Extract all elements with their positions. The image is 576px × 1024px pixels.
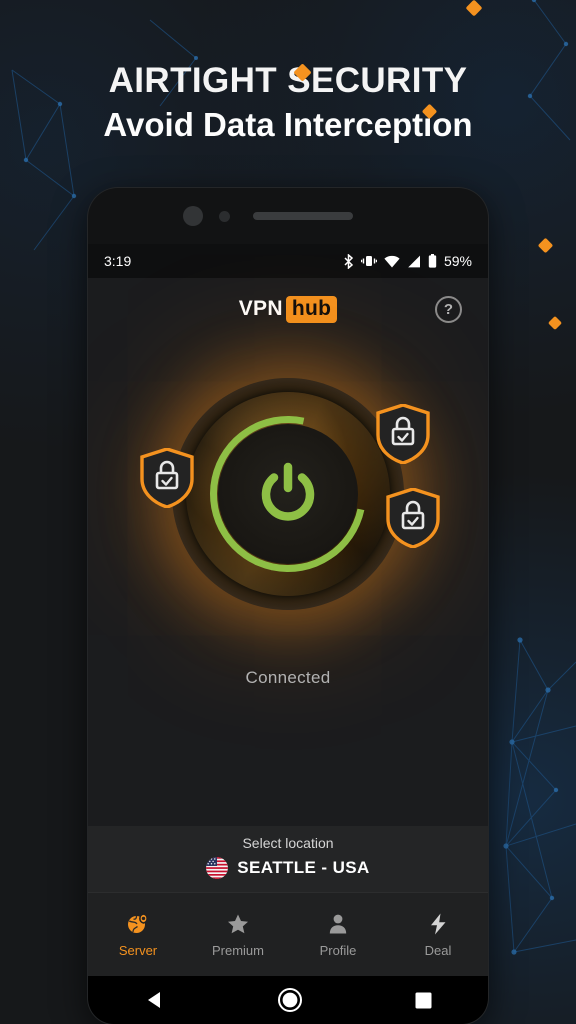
bottom-tab-bar: Server Premium Profile Deal bbox=[88, 892, 488, 976]
shield-lock-icon bbox=[386, 488, 440, 548]
person-icon bbox=[329, 914, 347, 933]
recents-square-icon[interactable] bbox=[414, 991, 433, 1010]
selected-location-row: SEATTLE - USA bbox=[88, 857, 488, 879]
status-bar: 3:19 59% bbox=[88, 244, 488, 278]
diamond-decoration bbox=[537, 237, 554, 254]
bolt-icon bbox=[431, 913, 446, 934]
status-time: 3:19 bbox=[104, 253, 132, 269]
star-icon bbox=[228, 914, 248, 933]
headline-line-1: AIRTIGHT SECURITY bbox=[108, 61, 468, 100]
speaker-grille-icon bbox=[253, 212, 353, 220]
back-triangle-icon[interactable] bbox=[144, 989, 166, 1011]
tab-deal-label: Deal bbox=[424, 942, 452, 958]
camera-dot-icon bbox=[219, 210, 230, 222]
power-button[interactable] bbox=[218, 424, 358, 564]
globe-pin-icon bbox=[128, 912, 148, 933]
selected-location-name: SEATTLE - USA bbox=[237, 858, 370, 877]
bluetooth-icon bbox=[344, 253, 354, 269]
logo-badge-text: hub bbox=[285, 295, 338, 323]
phone-screen: 3:19 59% VPN hub ? Connected Select loca… bbox=[88, 244, 488, 976]
camera-dot-icon bbox=[183, 206, 203, 226]
vpnhub-logo: VPN hub bbox=[238, 295, 338, 323]
vibrate-icon bbox=[360, 256, 377, 266]
tab-profile[interactable]: Profile bbox=[288, 912, 388, 958]
tab-premium-label: Premium bbox=[211, 942, 264, 958]
tab-premium[interactable]: Premium bbox=[188, 912, 288, 958]
promo-headline: AIRTIGHT SECURITY Avoid Data Interceptio… bbox=[0, 62, 576, 143]
phone-mockup: 3:19 59% VPN hub ? Connected Select loca… bbox=[88, 188, 488, 1024]
battery-icon bbox=[428, 254, 437, 268]
headline-line-2: Avoid Data Interception bbox=[103, 106, 473, 144]
promo-screenshot: AIRTIGHT SECURITY Avoid Data Interceptio… bbox=[0, 0, 576, 1024]
logo-primary-text: VPN bbox=[238, 297, 283, 320]
battery-percent: 59% bbox=[443, 253, 472, 269]
select-location-label: Select location bbox=[242, 835, 334, 851]
diamond-decoration bbox=[547, 315, 563, 331]
tab-deal[interactable]: Deal bbox=[388, 912, 488, 958]
tab-profile-label: Profile bbox=[319, 942, 357, 958]
status-icons: 59% bbox=[343, 253, 472, 269]
help-icon-label: ? bbox=[443, 300, 454, 318]
help-icon[interactable]: ? bbox=[435, 295, 462, 323]
android-nav-bar bbox=[88, 976, 488, 1024]
phone-top-bezel bbox=[88, 188, 488, 244]
tab-server[interactable]: Server bbox=[88, 912, 188, 958]
vpn-status-area: Connected bbox=[88, 340, 488, 772]
wifi-icon bbox=[384, 255, 400, 267]
home-circle-icon[interactable] bbox=[277, 987, 303, 1013]
connection-status-label: Connected bbox=[245, 668, 331, 687]
shield-lock-icon bbox=[376, 404, 430, 464]
power-icon bbox=[261, 462, 315, 521]
select-location-panel[interactable]: Select location SEATTLE - USA bbox=[88, 826, 488, 892]
shield-lock-icon bbox=[140, 448, 194, 508]
tab-server-label: Server bbox=[118, 942, 158, 958]
usa-flag-icon bbox=[206, 857, 229, 879]
app-header: VPN hub ? bbox=[88, 278, 488, 340]
diamond-decoration bbox=[465, 0, 483, 17]
cellular-signal-icon bbox=[408, 255, 420, 267]
